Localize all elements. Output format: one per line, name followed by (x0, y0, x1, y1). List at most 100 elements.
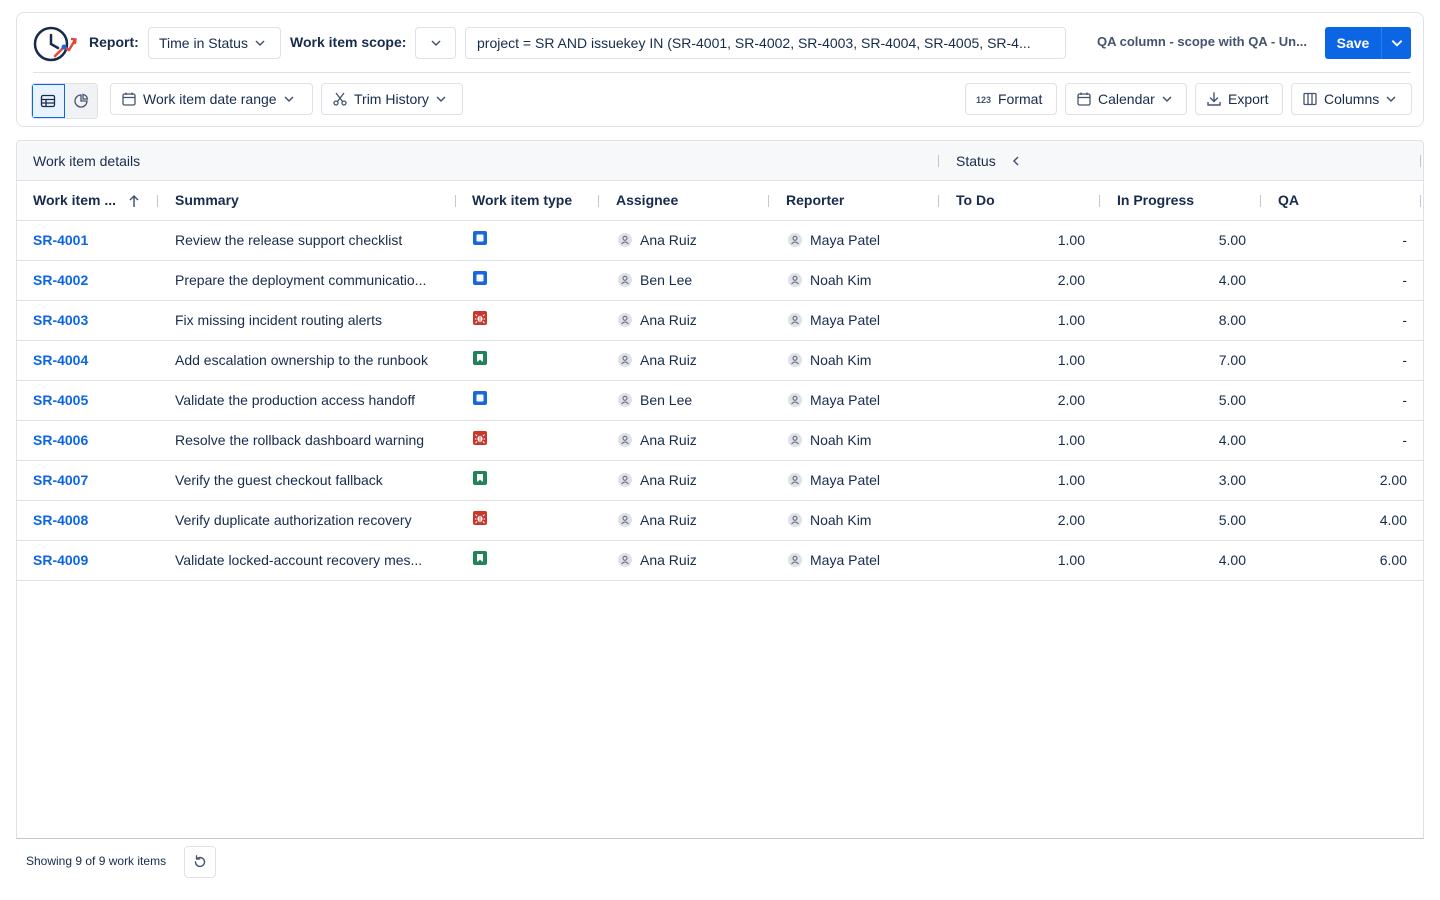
column-header-key[interactable]: Work item ... (33, 192, 116, 208)
avatar (788, 433, 802, 447)
user-icon (621, 515, 629, 525)
avatar (788, 393, 802, 407)
save-button[interactable]: Save (1325, 27, 1381, 59)
work-item-key-link[interactable]: SR-4003 (33, 312, 153, 328)
chevron-down-icon (1391, 40, 1402, 47)
reporter-cell: Maya Patel (788, 552, 880, 568)
columns-label: Columns (1324, 91, 1380, 107)
column-header-todo[interactable]: To Do (956, 192, 995, 208)
assignee-cell: Ben Lee (618, 272, 692, 288)
reporter-cell: Maya Patel (788, 232, 880, 248)
calendar-button[interactable]: Calendar (1065, 83, 1187, 115)
task-icon (473, 391, 487, 405)
column-header-summary[interactable]: Summary (175, 192, 239, 208)
column-separator[interactable] (157, 195, 158, 207)
table-row[interactable]: SR-4009 Validate locked-account recovery … (17, 541, 1423, 581)
task-icon (473, 271, 487, 285)
todo-cell: 1.00 (1057, 472, 1085, 488)
group-details-label: Work item details (33, 153, 141, 169)
column-header-qa[interactable]: QA (1278, 192, 1299, 208)
table-view-button[interactable] (32, 84, 65, 118)
format-button[interactable]: 123 Format (965, 83, 1057, 115)
status-table: Work item details Status Work item ... S… (16, 140, 1424, 839)
column-separator[interactable] (1099, 195, 1100, 207)
chart-view-button[interactable] (64, 84, 97, 118)
avatar (788, 273, 802, 287)
work-item-key-link[interactable]: SR-4008 (33, 512, 153, 528)
column-separator[interactable] (938, 195, 939, 207)
scope-query-text: project = SR AND issuekey IN (SR-4001, S… (477, 35, 1031, 51)
table-row[interactable]: SR-4008 Verify duplicate authorization re… (17, 501, 1423, 541)
table-row[interactable]: SR-4006 Resolve the rollback dashboard wa… (17, 421, 1423, 461)
calendar-label: Calendar (1098, 91, 1155, 107)
reporter-name: Noah Kim (810, 512, 872, 528)
avatar (618, 553, 632, 567)
reporter-cell: Noah Kim (788, 352, 871, 368)
column-header-reporter[interactable]: Reporter (786, 192, 844, 208)
assignee-name: Ana Ruiz (640, 432, 697, 448)
assignee-name: Ana Ruiz (640, 232, 697, 248)
column-separator[interactable] (598, 195, 599, 207)
reporter-cell: Noah Kim (788, 432, 871, 448)
reporter-name: Maya Patel (810, 472, 881, 488)
download-icon (1207, 92, 1221, 106)
refresh-button[interactable] (184, 846, 216, 878)
todo-cell: 1.00 (1057, 352, 1085, 368)
assignee-cell: Ana Ruiz (618, 352, 697, 368)
avatar (618, 513, 632, 527)
sort-ascending-icon[interactable] (128, 194, 140, 208)
qa-cell: - (1402, 392, 1407, 408)
column-separator[interactable] (768, 195, 769, 207)
work-item-key-link[interactable]: SR-4007 (33, 472, 153, 488)
table-row[interactable]: SR-4005 Validate the production access ha… (17, 381, 1423, 421)
user-icon (621, 475, 629, 485)
column-separator[interactable] (1420, 195, 1421, 207)
work-item-key-link[interactable]: SR-4002 (33, 272, 153, 288)
inprogress-cell: 5.00 (1218, 232, 1246, 248)
scope-type-select[interactable] (415, 27, 456, 59)
work-item-key-link[interactable]: SR-4001 (33, 232, 153, 248)
column-separator[interactable] (1260, 195, 1261, 207)
task-icon (473, 231, 487, 245)
chevron-left-icon[interactable] (1010, 155, 1022, 167)
trim-history-button[interactable]: Trim History (321, 83, 463, 115)
column-header-type[interactable]: Work item type (472, 192, 572, 208)
todo-cell: 1.00 (1057, 552, 1085, 568)
chevron-down-icon (1162, 96, 1172, 103)
work-item-key-link[interactable]: SR-4004 (33, 352, 153, 368)
column-separator (938, 155, 939, 167)
avatar (788, 233, 802, 247)
date-range-button[interactable]: Work item date range (110, 83, 313, 115)
summary-cell: Resolve the rollback dashboard warning (175, 432, 425, 448)
avatar (788, 313, 802, 327)
table-row[interactable]: SR-4002 Prepare the deployment communicat… (17, 261, 1423, 301)
scope-query-input[interactable]: project = SR AND issuekey IN (SR-4001, S… (465, 27, 1066, 59)
columns-button[interactable]: Columns (1291, 83, 1412, 115)
qa-cell: - (1402, 352, 1407, 368)
table-row[interactable]: SR-4001 Review the release support checkl… (17, 221, 1423, 261)
save-options-button[interactable] (1381, 27, 1411, 59)
table-row[interactable]: SR-4003 Fix missing incident routing aler… (17, 301, 1423, 341)
column-header-inprogress[interactable]: In Progress (1117, 192, 1194, 208)
export-button[interactable]: Export (1195, 83, 1283, 115)
format-label: Format (998, 91, 1043, 107)
table-row[interactable]: SR-4004 Add escalation ownership to the r… (17, 341, 1423, 381)
assignee-name: Ana Ruiz (640, 552, 697, 568)
column-separator[interactable] (455, 195, 456, 207)
reporter-cell: Maya Patel (788, 472, 880, 488)
assignee-cell: Ana Ruiz (618, 472, 697, 488)
assignee-name: Ana Ruiz (640, 472, 697, 488)
scissors-icon (333, 92, 347, 106)
table-row[interactable]: SR-4007 Verify the guest checkout fallbac… (17, 461, 1423, 501)
reporter-name: Noah Kim (810, 432, 872, 448)
work-item-key-link[interactable]: SR-4005 (33, 392, 153, 408)
summary-cell: Review the release support checklist (175, 232, 403, 248)
preset-name[interactable]: QA column - scope with QA - Un... (1097, 34, 1313, 49)
work-item-key-link[interactable]: SR-4006 (33, 432, 153, 448)
todo-cell: 2.00 (1057, 392, 1085, 408)
todo-cell: 1.00 (1057, 432, 1085, 448)
column-header-assignee[interactable]: Assignee (616, 192, 678, 208)
report-select[interactable]: Time in Status (148, 27, 281, 59)
results-count: Showing 9 of 9 work items (26, 854, 167, 868)
work-item-key-link[interactable]: SR-4009 (33, 552, 153, 568)
